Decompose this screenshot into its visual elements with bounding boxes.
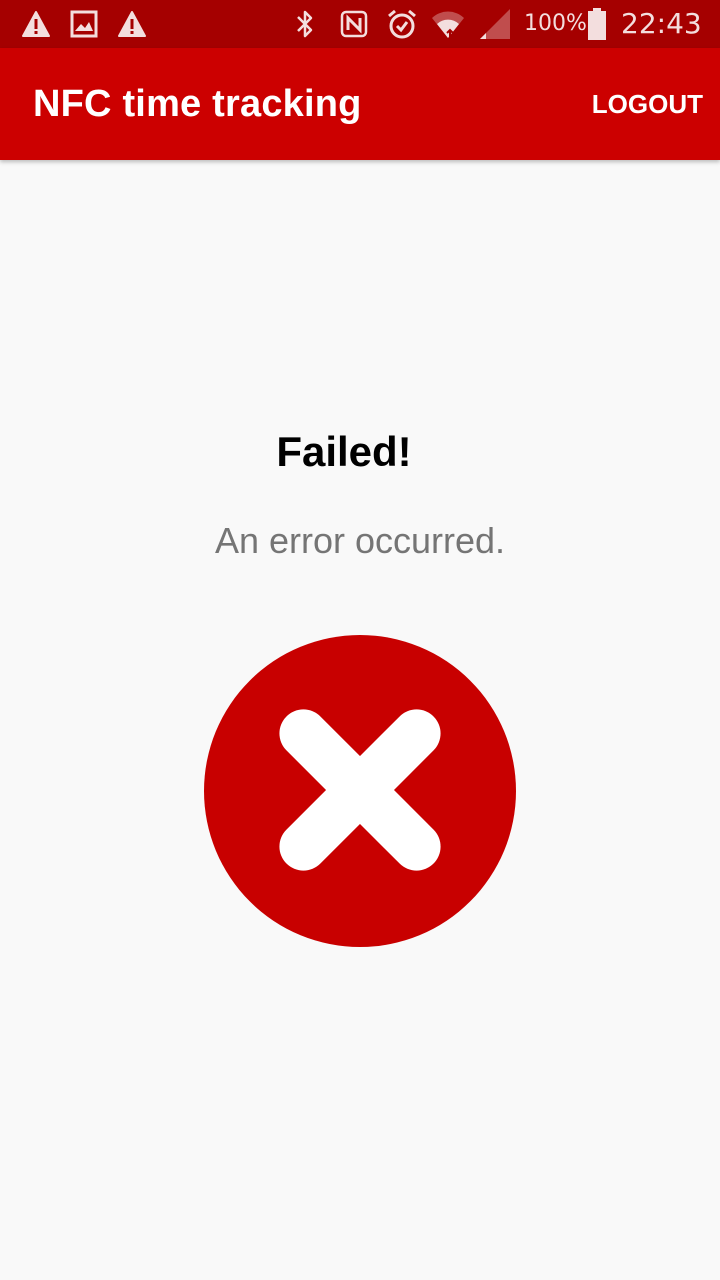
battery-percent: 100% [524, 11, 587, 36]
result-message: An error occurred. [214, 520, 506, 561]
battery-icon [587, 8, 607, 40]
warning-icon [20, 8, 52, 40]
error-x-icon [204, 635, 516, 947]
bluetooth-icon [292, 8, 318, 40]
warning-icon [116, 8, 148, 40]
nfc-icon [339, 8, 369, 40]
status-bar: 100% 22:43 [0, 0, 720, 48]
app-title: NFC time tracking [33, 83, 362, 125]
result-screen: Failed! An error occurred. [0, 160, 720, 1280]
signal-icon [478, 8, 512, 40]
result-title: Failed! [276, 428, 412, 475]
image-icon [69, 8, 99, 40]
alarm-icon [386, 8, 418, 40]
status-time: 22:43 [621, 7, 702, 40]
wifi-icon [430, 8, 466, 40]
logout-button[interactable]: LOGOUT [592, 48, 703, 160]
app-bar: NFC time tracking LOGOUT [0, 48, 720, 160]
